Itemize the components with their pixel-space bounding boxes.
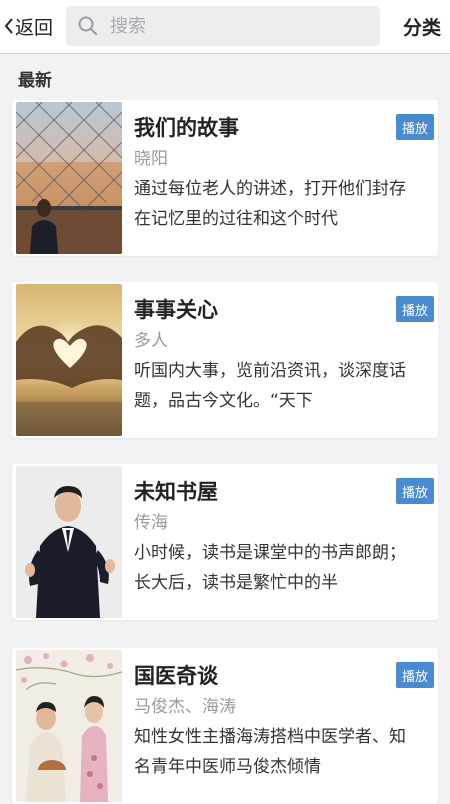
item-description: 知性女性主播海涛搭档中医学者、知名青年中医师马俊杰倾情 [134, 727, 406, 777]
back-label: 返回 [15, 16, 54, 39]
category-button[interactable]: 分类 [403, 13, 441, 40]
cover-image [16, 650, 122, 802]
cover-image [16, 102, 122, 254]
item-author: 晓阳 [134, 149, 168, 169]
section-title-latest: 最新 [18, 71, 52, 91]
item-title: 未知书屋 [134, 480, 218, 504]
search-bar[interactable] [66, 6, 380, 46]
cover-image [16, 466, 122, 618]
list-item[interactable]: 未知书屋 传海 小时候，读书是课堂中的书声郎朗；长大后，读书是繁忙中的半 播放 [12, 464, 438, 620]
item-description: 听国内大事，览前沿资讯，谈深度话题，品古今文化。“天下 [134, 361, 406, 411]
back-button[interactable]: 返回 [4, 12, 53, 40]
chevron-left-icon [4, 18, 13, 34]
play-button[interactable]: 播放 [396, 662, 434, 688]
item-title: 事事关心 [134, 298, 218, 322]
cover-image [16, 284, 122, 436]
item-description: 小时候，读书是课堂中的书声郎朗；长大后，读书是繁忙中的半 [134, 543, 406, 593]
play-button[interactable]: 播放 [396, 114, 434, 140]
top-bar: 返回 分类 [0, 0, 450, 54]
list-item[interactable]: 我们的故事 晓阳 通过每位老人的讲述，打开他们封存在记忆里的过往和这个时代 播放 [12, 100, 438, 256]
play-button[interactable]: 播放 [396, 296, 434, 322]
item-title: 国医奇谈 [134, 664, 218, 688]
search-icon [78, 16, 98, 36]
list-item[interactable]: 国医奇谈 马俊杰、海涛 知性女性主播海涛搭档中医学者、知名青年中医师马俊杰倾情 … [12, 648, 438, 804]
item-description: 通过每位老人的讲述，打开他们封存在记忆里的过往和这个时代 [134, 179, 406, 229]
item-author: 传海 [134, 513, 168, 533]
item-author: 多人 [134, 331, 168, 351]
item-author: 马俊杰、海涛 [134, 697, 236, 717]
search-input[interactable] [110, 15, 350, 37]
item-title: 我们的故事 [134, 116, 239, 140]
play-button[interactable]: 播放 [396, 478, 434, 504]
list-item[interactable]: 事事关心 多人 听国内大事，览前沿资讯，谈深度话题，品古今文化。“天下 播放 [12, 282, 438, 438]
